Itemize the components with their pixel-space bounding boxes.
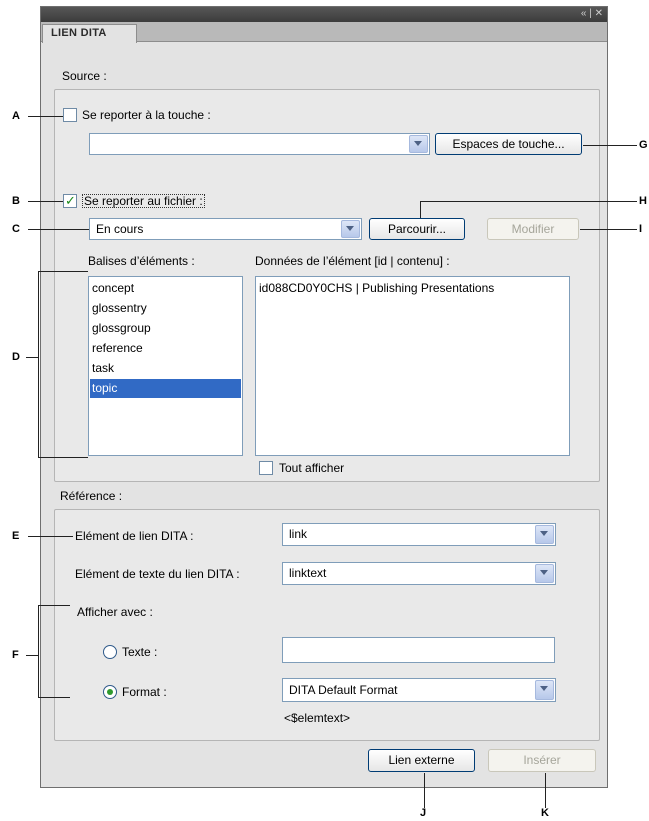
callout-c-line [28,229,89,230]
list-item[interactable]: glossentry [90,299,241,318]
callout-f-bracket-bottom [38,697,70,698]
element-data-label: Données de l’élément [id | contenu] : [255,254,450,268]
file-dropdown[interactable]: En cours [89,218,362,240]
callout-i-line [580,229,637,230]
callout-d-bracket-top [38,271,88,272]
callout-e-line [28,536,73,537]
link-text-element-label: Elément de texte du lien DITA : [75,567,240,581]
source-heading: Source : [62,69,107,83]
format-dropdown[interactable]: DITA Default Format [282,678,556,702]
display-with-label: Afficher avec : [77,605,153,619]
callout-a-line [28,116,63,117]
insert-button[interactable]: Insérer [488,749,596,772]
callout-j: J [420,807,427,819]
external-link-button[interactable]: Lien externe [368,749,475,772]
show-all-label: Tout afficher [279,461,345,475]
panel-titlebar [41,7,607,22]
callout-k-line [545,773,546,808]
list-item[interactable]: reference [90,339,241,358]
tab-dita-link[interactable]: LIEN DITA [42,24,137,43]
chevron-down-icon[interactable] [535,564,554,583]
callout-d-line [26,357,38,358]
callout-g: G [639,139,648,151]
callout-b-line [28,201,63,202]
callout-h-drop [420,201,421,218]
use-key-checkbox[interactable] [63,108,77,122]
list-item[interactable]: concept [90,279,241,298]
element-tags-list[interactable]: concept glossentry glossgroup reference … [88,276,243,456]
callout-h: H [639,195,647,207]
chevron-down-icon[interactable] [409,135,428,153]
callout-j-line [424,773,425,808]
format-option-radio[interactable] [103,685,117,699]
chevron-down-icon[interactable] [535,525,554,544]
panel-collapse-close-icons[interactable]: « | ✕ [581,6,603,22]
modify-button[interactable]: Modifier [487,218,579,240]
use-key-label: Se reporter à la touche : [82,108,211,122]
callout-e: E [12,530,20,542]
link-element-label: Elément de lien DITA : [75,529,194,543]
key-dropdown[interactable] [89,133,430,155]
callout-f-bracket [38,605,39,698]
link-text-element-dropdown[interactable]: linktext [282,562,556,585]
callout-a: A [12,110,20,122]
tab-label: LIEN DITA [51,27,107,39]
callout-f-bracket-top [38,605,70,606]
callout-k: K [541,807,549,819]
format-option-label: Format : [122,685,167,699]
format-preview: <$elemtext> [284,711,351,725]
link-element-value: link [289,527,308,541]
link-text-element-value: linktext [289,566,327,580]
callout-h-line [420,201,637,202]
text-option-radio[interactable] [103,645,117,659]
callout-i: I [639,223,643,235]
chevron-down-icon[interactable] [341,220,360,238]
element-data-list[interactable]: id088CD0Y0CHS | Publishing Presentations [255,276,570,456]
callout-f-line [26,655,38,656]
callout-c: C [12,223,20,235]
file-value: En cours [96,222,144,236]
callout-g-line [583,145,637,146]
reference-heading: Référence : [60,489,123,503]
list-item[interactable]: id088CD0Y0CHS | Publishing Presentations [257,279,568,298]
text-option-label: Texte : [122,645,158,659]
list-item[interactable]: task [90,359,241,378]
callout-d-bracket-bottom [38,457,88,458]
text-input[interactable] [282,637,555,663]
callout-d: D [12,351,20,363]
callout-f: F [12,649,19,661]
chevron-down-icon[interactable] [535,680,554,700]
format-value: DITA Default Format [289,683,398,697]
list-item-selected[interactable]: topic [90,379,241,398]
key-spaces-button[interactable]: Espaces de touche... [435,133,582,155]
use-file-checkbox[interactable] [63,193,77,209]
link-element-dropdown[interactable]: link [282,523,556,546]
list-item[interactable]: glossgroup [90,319,241,338]
callout-b: B [12,195,20,207]
browse-button[interactable]: Parcourir... [369,218,465,240]
element-tags-label: Balises d’éléments : [88,254,195,268]
callout-d-bracket [38,271,39,458]
use-file-label: Se reporter au fichier : [82,194,205,208]
show-all-checkbox[interactable] [259,461,273,475]
